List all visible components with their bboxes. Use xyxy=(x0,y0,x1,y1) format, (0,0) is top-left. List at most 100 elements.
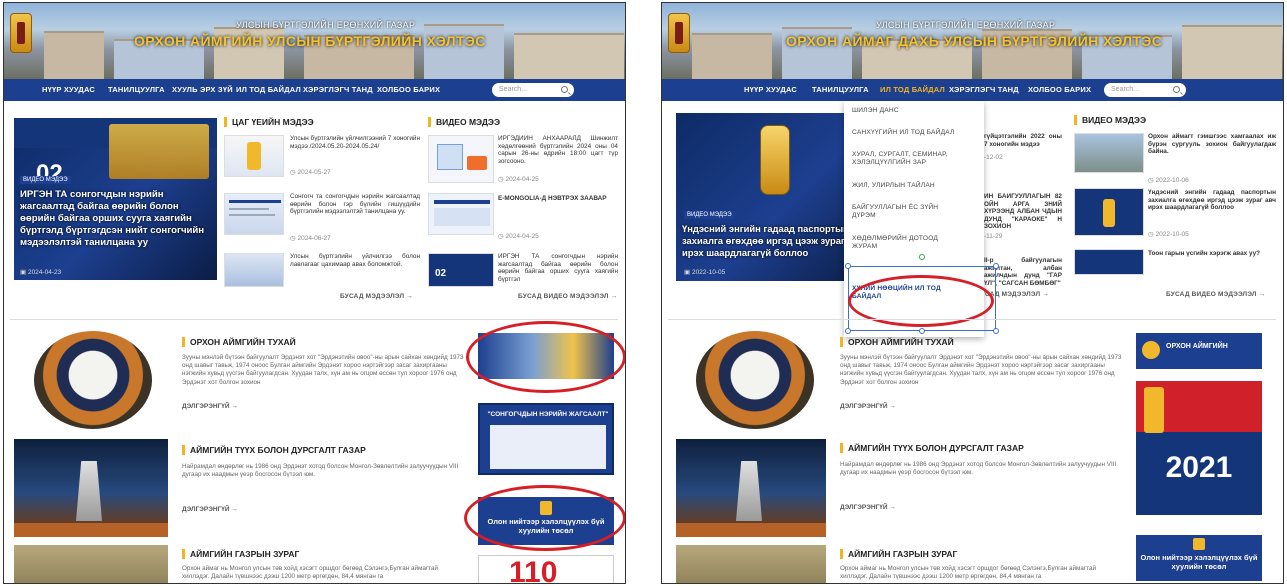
nav-transparency-active[interactable]: ИЛ ТОД БАЙДАЛ xyxy=(880,85,945,94)
video-item-date: ◷ 2024-04-25 xyxy=(498,233,539,240)
nav-intro[interactable]: ТАНИЛЦУУЛГА xyxy=(812,85,869,94)
section-title[interactable]: АЙМГИЙН ГАЗРЫН ЗУРАГ xyxy=(840,549,957,559)
read-more-link[interactable]: ДЭЛГЭРЭНГҮЙ → xyxy=(182,506,238,513)
orkhon-emblem-image xyxy=(696,331,814,429)
video-thumb[interactable]: 02 xyxy=(428,253,494,287)
section-title[interactable]: АЙМГИЙН ГАЗРЫН ЗУРАГ xyxy=(182,549,299,559)
video-item-text[interactable]: Үндэсний энгийн гадаад паспортын захиалг… xyxy=(1148,189,1276,227)
nav-for-users[interactable]: ХЭРЭГЛЭГЧ ТАНД xyxy=(303,85,373,94)
menu-item-annual-report[interactable]: ЖИЛ, УЛИРЛЫН ТАЙЛАН xyxy=(852,182,935,190)
resize-handle[interactable] xyxy=(919,328,925,334)
orkhon-emblem-image xyxy=(34,331,152,429)
year-2021-ad[interactable]: 2021 xyxy=(1136,381,1262,515)
hero-video-tag: ВИДЕО МЭДЭЭ xyxy=(20,176,71,184)
nav-transparency[interactable]: ИЛ ТОД БАЙДАЛ xyxy=(236,85,301,94)
resize-handle[interactable] xyxy=(993,263,999,269)
hero-date: 2024-04-23 xyxy=(27,269,62,276)
hero-caption[interactable]: ИРГЭН ТА сонгогчдын нэрийн жагсаалтад ба… xyxy=(20,189,212,249)
divider xyxy=(10,319,618,320)
nav-contact[interactable]: ХОЛБОО БАРИХ xyxy=(377,85,440,94)
site-banner: УЛСЫН БҮРТГЭЛИЙН ЕРӨНХИЙ ГАЗАР ОРХОН АЙМ… xyxy=(4,3,625,79)
news-item-text[interactable]: ЙН БАЙГУУЛЛАГЫН 82 ОЙН АРГА ЗНИЙ ХҮРЭЭНД… xyxy=(984,193,1062,233)
news-item-text[interactable]: Улсын бүртгэлийн үйлчилгээний 7 хоногийн… xyxy=(290,135,420,165)
read-more-link[interactable]: ДЭЛГЭРЭНГҮЙ → xyxy=(840,403,896,410)
news-thumb[interactable] xyxy=(224,135,284,177)
menu-item-glass-account[interactable]: ШИЛЭН ДАНС xyxy=(852,107,899,115)
orkhon-logo-text: ОРХОН АЙМГИЙН xyxy=(1166,343,1228,350)
search-placeholder: Search... xyxy=(1111,86,1140,93)
nav-home[interactable]: НҮҮР ХУУДАС xyxy=(42,85,95,94)
news-item-text[interactable]: гүйцэтгэлийн 2022 оны 7 хоногийн мэдээ xyxy=(984,133,1062,149)
resize-handle[interactable] xyxy=(845,263,851,269)
voter-list-ad[interactable]: "СОНГОГЧДЫН НЭРИЙН ЖАГСААЛТ" xyxy=(478,403,614,475)
hero-video-card[interactable]: 02 ВИДЕО МЭДЭЭ ИРГЭН ТА сонгогчдын нэрий… xyxy=(14,118,217,280)
soyombo-emblem-icon[interactable] xyxy=(668,13,690,53)
orkhon-logo-ad[interactable]: ОРХОН АЙМГИЙН xyxy=(1136,333,1262,369)
divider xyxy=(668,319,1276,320)
year-2021-text: 2021 xyxy=(1165,451,1233,484)
read-more-link[interactable]: ДЭЛГЭРЭНГҮЙ → xyxy=(182,403,238,410)
section-text: Орхон аймаг нь Монгол улсын төв хойд хэс… xyxy=(182,565,438,581)
menu-item-internal-rules[interactable]: ХӨДӨЛМӨРИЙН ДОТООД ЖУРАМ xyxy=(852,235,962,251)
main-nav: НҮҮР ХУУДАС ТАНИЛЦУУЛГА ИЛ ТОД БАЙДАЛ ХЭ… xyxy=(662,79,1283,101)
nav-for-users[interactable]: ХЭРЭГЛЭГЧ ТАНД xyxy=(949,85,1019,94)
more-videos-link[interactable]: БУСАД ВИДЕО МЭДЭЭЛЭЛ → xyxy=(518,293,617,300)
news-item-text[interactable]: Улсын бүртгэлийн үйлчилгээ болон лавлага… xyxy=(290,253,420,275)
video-item-date: ◷ 2024-04-25 xyxy=(498,176,539,183)
hero-date: 2022-10-05 xyxy=(691,269,726,276)
hero-video-tag: ВИДЕО МЭДЭЭ xyxy=(684,211,735,219)
right-screenshot-panel: УЛСЫН БҮРТГЭЛИЙН ЕРӨНХИЙ ГАЗАР ОРХОН АЙМ… xyxy=(661,2,1284,584)
video-item-text[interactable]: E-MONGOLIA-Д НЭВТРЭХ ЗААВАР xyxy=(498,195,618,205)
section-title[interactable]: АЙМГИЙН ТҮҮХ БОЛОН ДУРСГАЛТ ГАЗАР xyxy=(840,443,1024,453)
news-item-text[interactable]: Сонгогч та сонгогчдын нэрийн жагсаалтад … xyxy=(290,193,420,231)
rotate-handle[interactable] xyxy=(919,254,925,260)
video-item-text[interactable]: Орхон аймагт гэмшгээс хамгаалах иж бүрэн… xyxy=(1148,133,1276,163)
news-item-date: -11-29 xyxy=(984,233,1003,240)
more-news-link[interactable]: БУСАД МЭДЭЭЛЭЛ → xyxy=(340,293,413,300)
video-thumb[interactable] xyxy=(1074,133,1144,173)
video-item-text[interactable]: ИРГЭН ТА сонгогчдын нэрийн жагсаалтад ба… xyxy=(498,253,618,283)
annotation-circle xyxy=(466,321,625,393)
video-item-text[interactable]: Тоон гарын үсгийн хэрэгж авах уу? xyxy=(1148,250,1276,268)
monument-image xyxy=(676,439,826,537)
search-icon[interactable] xyxy=(561,86,568,93)
news-thumb[interactable] xyxy=(224,193,284,235)
orkhon-seal-icon xyxy=(1142,341,1160,359)
draft-law-ad[interactable]: Олон нийтээр хэлэлцүүлэх бүй хуулийн төс… xyxy=(1136,535,1262,581)
main-nav: НҮҮР ХУУДАС ТАНИЛЦУУЛГА ХУУЛЬ ЭРХ ЗҮЙ ИЛ… xyxy=(4,79,625,101)
video-thumb[interactable] xyxy=(1074,249,1144,275)
video-thumb[interactable] xyxy=(428,135,494,183)
voter-list-ad-title: "СОНГОГЧДЫН НЭРИЙН ЖАГСААЛТ" xyxy=(487,411,609,418)
section-text: Зууны мэнлэй бүтээн байгуулалт Эрдэнэт х… xyxy=(840,354,1122,386)
search-input[interactable]: Search... xyxy=(492,83,574,97)
section-title[interactable]: ОРХОН АЙМГИЙН ТУХАЙ xyxy=(840,337,954,347)
menu-item-ethics-code[interactable]: БАЙГУУЛЛАГЫН ЁС ЗҮЙН ДҮРЭМ xyxy=(852,204,962,220)
section-text: Найрамдал өндөрлөг нь 1986 онд Эрдэнэт х… xyxy=(840,461,1117,477)
search-placeholder: Search... xyxy=(499,86,528,93)
soyombo-emblem-icon[interactable] xyxy=(10,13,32,53)
search-icon[interactable] xyxy=(1173,86,1180,93)
read-more-link[interactable]: ДЭЛГЭРЭНГҮЙ → xyxy=(840,504,896,511)
hotline-ad[interactable]: 110 xyxy=(478,555,614,584)
video-heading: ВИДЕО МЭДЭЭ xyxy=(1074,115,1146,125)
menu-item-meetings[interactable]: ХУРАЛ, СУРГАЛТ, СЕМИНАР, ХЭЛЭЛЦҮҮЛГИЙН З… xyxy=(852,151,976,167)
site-banner: УЛСЫН БҮРТГЭЛИЙН ЕРӨНХИЙ ГАЗАР ОРХОН АЙМ… xyxy=(662,3,1283,79)
map-image xyxy=(676,545,826,583)
search-input[interactable]: Search... xyxy=(1104,83,1186,97)
resize-handle[interactable] xyxy=(993,328,999,334)
video-thumb[interactable] xyxy=(428,193,494,235)
nav-contact[interactable]: ХОЛБОО БАРИХ xyxy=(1028,85,1091,94)
video-heading: ВИДЕО МЭДЭЭ xyxy=(428,117,500,127)
section-title[interactable]: ОРХОН АЙМГИЙН ТУХАЙ xyxy=(182,337,296,347)
news-thumb[interactable] xyxy=(224,253,284,287)
nav-law[interactable]: ХУУЛЬ ЭРХ ЗҮЙ xyxy=(172,85,233,94)
map-image xyxy=(14,545,168,583)
menu-item-finance-transparency[interactable]: САНХҮҮГИЙН ИЛ ТОД БАЙДАЛ xyxy=(852,129,955,137)
section-title[interactable]: АЙМГИЙН ТҮҮХ БОЛОН ДУРСГАЛТ ГАЗАР xyxy=(182,445,366,455)
nav-intro[interactable]: ТАНИЛЦУУЛГА xyxy=(108,85,165,94)
video-thumb[interactable] xyxy=(1074,188,1144,236)
nav-home[interactable]: НҮҮР ХУУДАС xyxy=(744,85,797,94)
more-videos-link[interactable]: БУСАД ВИДЕО МЭДЭЭЛЭЛ → xyxy=(1166,291,1265,298)
resize-handle[interactable] xyxy=(845,328,851,334)
hotline-number: 110 xyxy=(509,556,558,584)
